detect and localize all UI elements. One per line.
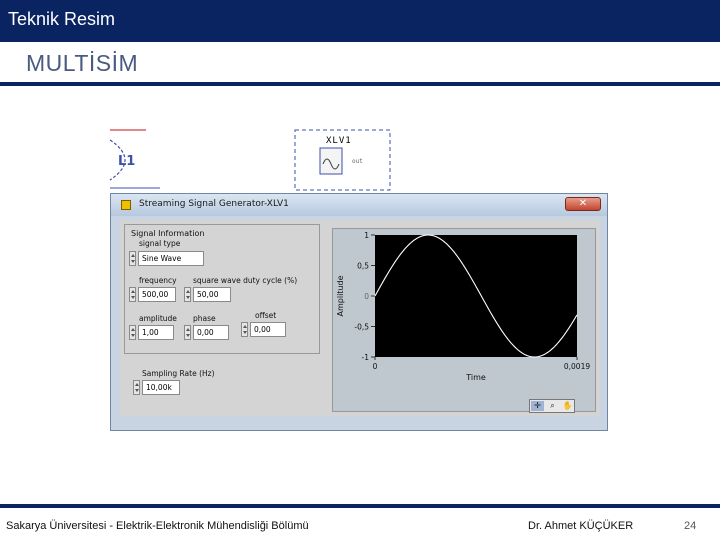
front-panel: Signal Information signal type Sine Wave…: [120, 220, 600, 416]
window-title: Streaming Signal Generator-XLV1: [139, 199, 289, 209]
sampling-rate-spinner[interactable]: [133, 380, 140, 395]
inductor-label: L1: [118, 154, 136, 169]
waveform-chart: 10,50-0,5-10 0,0019TimeAmplitude: [336, 231, 590, 382]
frequency-label: frequency: [139, 276, 177, 285]
y-tick-label: -1: [362, 353, 370, 362]
waveform-graph: 1 0,5 0 -0,5 -1 0 0,0019 Time Amplitude ✛ ⌕ ✋: [332, 228, 596, 413]
offset-input[interactable]: 0,00: [250, 322, 286, 337]
slide-subtitle: MULTİSİM: [26, 50, 139, 76]
graph-toolbar: ✛ ⌕ ✋: [529, 399, 575, 413]
amplitude-label: amplitude: [139, 314, 177, 323]
offset-label: offset: [255, 311, 277, 320]
amplitude-spinner[interactable]: [129, 325, 136, 340]
signal-type-label: signal type: [139, 239, 181, 248]
x-tick-label: 0: [373, 362, 378, 371]
duty-cycle-label: square wave duty cycle (%): [193, 276, 298, 285]
header-rule: [0, 82, 720, 86]
plot-area: [375, 235, 577, 357]
zoom-icon[interactable]: ⌕: [546, 401, 559, 411]
phase-label: phase: [193, 314, 216, 323]
y-tick-label: 0,5: [357, 262, 369, 271]
footer-author: Dr. Ahmet KÜÇÜKER: [528, 520, 634, 532]
y-tick-label: 0: [364, 292, 369, 301]
group-label: Signal Information: [131, 229, 205, 238]
signal-information-group: Signal Information signal type Sine Wave…: [124, 224, 320, 354]
amplitude-input[interactable]: 1,00: [138, 325, 174, 340]
x-axis-label: Time: [465, 373, 486, 382]
header-title: Teknik Resim: [8, 9, 116, 29]
y-tick-label: -0,5: [354, 323, 369, 332]
window-titlebar[interactable]: Streaming Signal Generator-XLV1 ✕: [111, 194, 607, 216]
footer-rule: [0, 504, 720, 508]
app-icon: [121, 200, 131, 210]
cursor-icon[interactable]: ✛: [531, 401, 544, 411]
phase-spinner[interactable]: [184, 325, 191, 340]
phase-input[interactable]: 0,00: [193, 325, 229, 340]
signal-type-select[interactable]: Sine Wave: [138, 251, 204, 266]
header-bar: Teknik Resim: [0, 0, 720, 42]
frequency-spinner[interactable]: [129, 287, 136, 302]
y-axis-label: Amplitude: [336, 275, 345, 316]
pan-icon[interactable]: ✋: [561, 401, 574, 411]
close-icon: ✕: [578, 198, 588, 209]
page-number: 24: [684, 520, 697, 532]
duty-cycle-spinner[interactable]: [184, 287, 191, 302]
close-button[interactable]: ✕: [565, 197, 601, 211]
y-tick-label: 1: [364, 231, 369, 240]
footer-university: Sakarya Üniversitesi - Elektrik-Elektron…: [6, 520, 309, 532]
instrument-port-label: out: [352, 158, 363, 165]
sampling-rate-input[interactable]: 10,00k: [142, 380, 180, 395]
offset-spinner[interactable]: [241, 322, 248, 337]
sampling-rate-label: Sampling Rate (Hz): [142, 369, 215, 378]
frequency-input[interactable]: 500,00: [138, 287, 176, 302]
signal-type-spinner[interactable]: [129, 251, 136, 266]
signal-generator-window[interactable]: Streaming Signal Generator-XLV1 ✕ Signal…: [110, 193, 608, 431]
instrument-label: XLV1: [326, 136, 352, 146]
duty-cycle-input[interactable]: 50,00: [193, 287, 231, 302]
x-tick-label: 0,0019: [564, 362, 590, 371]
